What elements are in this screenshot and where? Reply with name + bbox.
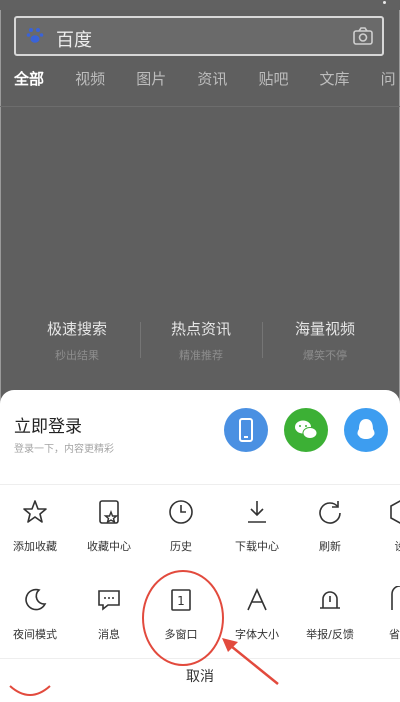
menu-label: 历史 [170,540,192,553]
search-text[interactable]: 百度 [56,26,92,52]
status-dot [383,1,386,4]
login-subtitle: 登录一下，内容更精彩 [14,444,114,455]
moon-icon [25,588,47,611]
menu-label: 刷新 [319,540,341,553]
tab-wenku[interactable]: 文库 [320,68,350,89]
phone-login-button[interactable] [224,408,268,452]
phone-icon [239,418,253,442]
feature-videos: 海量视频 爆笑不停 [260,318,390,363]
sheet-divider [0,484,400,485]
feature-title: 海量视频 [294,320,355,338]
search-bar[interactable]: 百度 [14,16,384,56]
wechat-icon [295,420,318,439]
qq-icon [357,419,375,439]
menu-label: 夜间模式 [13,628,57,641]
refresh-icon [319,501,341,524]
tab-video[interactable]: 视频 [75,68,105,89]
feature-title: 热点资讯 [170,320,231,338]
menu-night-mode[interactable]: 夜间模式 [0,586,73,642]
menu-settings[interactable]: 设 [362,498,400,554]
star-icon [23,500,47,523]
menu-label: 省流 [389,628,400,641]
feature-title: 极速搜索 [46,320,107,338]
favorites-folder-icon [99,500,119,524]
settings-icon [390,500,400,524]
tabs-divider [0,106,400,107]
menu-label: 消息 [98,628,120,641]
menu-label: 添加收藏 [13,540,57,553]
menu-label: 收藏中心 [87,540,131,553]
tab-images[interactable]: 图片 [136,68,166,89]
menu-add-favorite[interactable]: 添加收藏 [0,498,73,554]
feature-subtitle: 精准推荐 [179,349,223,362]
menu-report-feedback[interactable]: 举报/反馈 [292,586,368,642]
menu-label: 举报/反馈 [306,628,354,641]
alarm-report-icon [320,591,340,609]
menu-messages[interactable]: 消息 [71,586,147,642]
wechat-login-button[interactable] [284,408,328,452]
menu-favorites-center[interactable]: 收藏中心 [71,498,147,554]
menu-refresh[interactable]: 刷新 [292,498,368,554]
tab-news[interactable]: 资讯 [197,68,227,89]
data-saver-icon [391,586,400,610]
cancel-button[interactable]: 取消 [0,662,400,692]
menu-download-center[interactable]: 下载中心 [219,498,295,554]
qq-login-button[interactable] [344,408,388,452]
tab-ask[interactable]: 问 [381,68,396,89]
menu-history[interactable]: 历史 [143,498,219,554]
baidu-paw-icon [26,28,44,43]
highlight-circle [142,570,224,666]
feature-subtitle: 秒出结果 [55,349,99,362]
annotation-arrow-icon [222,638,279,685]
tab-all[interactable]: 全部 [14,68,44,89]
menu-row-1: 添加收藏 收藏中心 历史 下载中心 刷新 设 [0,498,400,578]
login-title[interactable]: 立即登录 [14,412,82,437]
category-tabs: 全部 视频 图片 资讯 贴吧 文库 问 [14,68,400,94]
feature-fast-search: 极速搜索 秒出结果 [12,318,142,363]
clock-icon [169,500,193,524]
tab-tieba[interactable]: 贴吧 [258,68,288,89]
font-size-icon [247,588,267,611]
feature-subtitle: 爆笑不停 [303,349,347,362]
message-icon [98,590,120,611]
annotation-arc [9,685,51,696]
menu-label: 下载中心 [235,540,279,553]
menu-label: 设 [362,538,400,554]
camera-icon[interactable] [352,26,374,46]
feature-hot-news: 热点资讯 精准推荐 [136,318,266,363]
download-icon [248,501,266,523]
menu-data-saver[interactable]: 省流 [362,586,400,642]
status-bar [0,0,400,10]
